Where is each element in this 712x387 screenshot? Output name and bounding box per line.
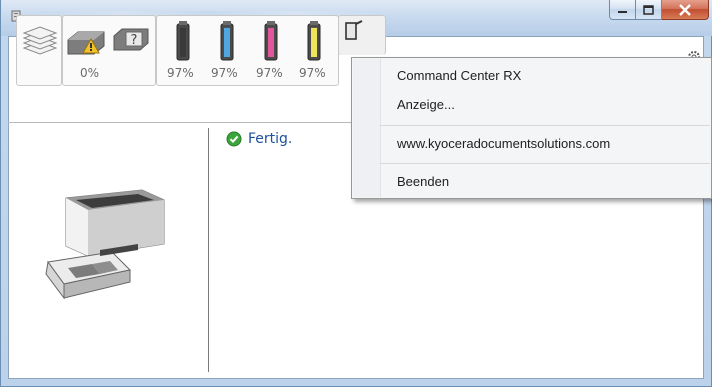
- maximize-button[interactable]: [636, 0, 662, 20]
- minimize-icon: [618, 11, 627, 13]
- menu-separator: [380, 125, 710, 126]
- close-button[interactable]: [662, 0, 709, 20]
- paper-button[interactable]: [16, 15, 62, 86]
- close-icon: [679, 3, 691, 16]
- toner-cartridge-black: [176, 21, 190, 61]
- toner-cartridge-magenta: [264, 21, 278, 61]
- context-menu: Command Center RX Anzeige... www.kyocera…: [351, 57, 712, 199]
- toner-cartridge-cyan: [220, 21, 234, 61]
- menu-item-command-center[interactable]: Command Center RX: [397, 68, 521, 83]
- toner-warning-icon: [67, 31, 105, 55]
- menu-item-anzeige[interactable]: Anzeige...: [397, 97, 455, 112]
- status-text: Fertig.: [248, 131, 293, 147]
- toner-group[interactable]: 97% 97% 97% 97%: [156, 15, 339, 86]
- toner-cartridge-yellow: [307, 21, 321, 61]
- menu-button[interactable]: [338, 15, 386, 55]
- check-circle-icon: [226, 131, 242, 147]
- toner-percent-black: 97%: [167, 66, 194, 80]
- maximize-icon: [643, 4, 654, 15]
- status-indicator: Fertig.: [226, 131, 292, 147]
- menu-separator: [380, 163, 710, 164]
- toner-fill-cyan: [224, 27, 230, 57]
- toner-fill-yellow: [311, 27, 317, 57]
- paper-stack-icon: [22, 26, 58, 55]
- toner-percent-cyan: 97%: [211, 66, 238, 80]
- unknown-status-icon: ?: [113, 28, 149, 51]
- toner-levels: [176, 21, 321, 61]
- minimize-button[interactable]: [609, 0, 636, 20]
- menu-item-beenden[interactable]: Beenden: [397, 174, 449, 189]
- panel-divider: [208, 128, 209, 372]
- menu-icon-column: [353, 59, 381, 197]
- alerts-group[interactable]: ? 0%: [62, 15, 156, 86]
- printer-icon: [45, 189, 165, 300]
- menu-item-website[interactable]: www.kyoceradocumentsolutions.com: [397, 136, 610, 151]
- alert-percent: 0%: [80, 66, 100, 80]
- svg-text:?: ?: [131, 33, 138, 48]
- toner-fill-magenta: [268, 27, 274, 57]
- tools-icon: [345, 20, 363, 40]
- toner-percent-yellow: 97%: [299, 66, 326, 80]
- toner-fill-black: [180, 27, 186, 57]
- toner-percent-magenta: 97%: [256, 66, 283, 80]
